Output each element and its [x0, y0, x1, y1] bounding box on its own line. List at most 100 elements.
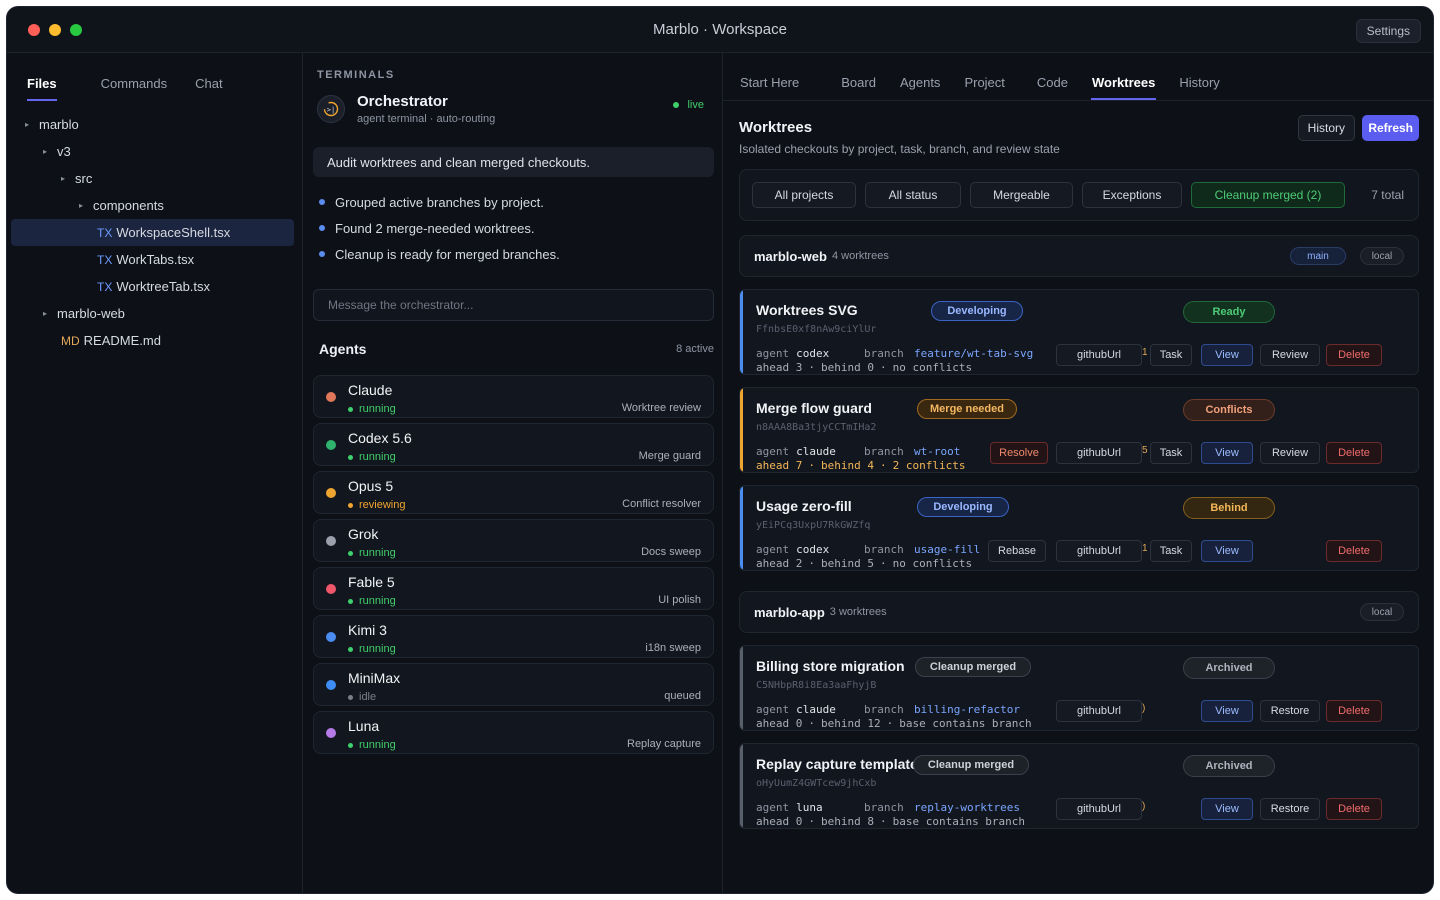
agent-row[interactable]: Fable 5 running UI polish	[313, 567, 714, 610]
card-accent	[740, 486, 743, 570]
github-url-button[interactable]: githubUrl	[1056, 442, 1142, 464]
filter-exceptions[interactable]: Exceptions	[1082, 182, 1182, 208]
file-tree: ▸ marblo ▸ v3 ▸ src ▸ components TX Work…	[7, 101, 302, 354]
tree-item-worktabs[interactable]: TX WorkTabs.tsx	[7, 246, 302, 273]
settings-button[interactable]: Settings	[1355, 19, 1421, 43]
agent-row[interactable]: MiniMax idle queued	[313, 663, 714, 706]
stage-badge: Developing	[931, 301, 1023, 321]
tab-chat[interactable]: Chat	[195, 76, 222, 101]
worktree-id: C5NHbpR8i8Ea3aaFhyjB	[756, 680, 877, 691]
tab-history[interactable]: History	[1178, 75, 1220, 100]
branch-label: branch	[864, 347, 904, 360]
project-group-marblo-app[interactable]: marblo-app 3 worktrees local	[739, 591, 1419, 633]
filter-all-projects[interactable]: All projects	[752, 182, 856, 208]
tree-item-marblo[interactable]: ▸ marblo	[7, 111, 302, 138]
resolve-button[interactable]: Resolve	[990, 442, 1048, 464]
project-group-marblo-web[interactable]: marblo-web 4 worktrees main local	[739, 235, 1419, 277]
minimize-window-button[interactable]	[49, 23, 61, 36]
view-button[interactable]: View	[1201, 344, 1253, 366]
tree-item-components[interactable]: ▸ components	[7, 192, 302, 219]
tab-agents[interactable]: Agents	[899, 75, 941, 100]
live-status-label: live	[687, 99, 704, 111]
agent-label: agent	[756, 445, 790, 458]
view-button[interactable]: View	[1201, 442, 1253, 464]
review-button[interactable]: Review	[1260, 442, 1320, 464]
project-worktree-count: 4 worktrees	[831, 250, 889, 262]
orchestrator-output: Grouped active branches by project. Foun…	[319, 189, 722, 267]
tab-commands[interactable]: Commands	[101, 76, 167, 101]
orchestrator-header[interactable]: >| Orchestrator agent terminal · auto-ro…	[317, 93, 708, 125]
zoom-window-button[interactable]	[70, 23, 82, 36]
tree-item-label: components	[93, 198, 164, 213]
project-worktree-count: 3 worktrees	[829, 606, 887, 618]
agent-row[interactable]: Claude running Worktree review	[313, 375, 714, 418]
github-url-button[interactable]: githubUrl	[1056, 344, 1142, 366]
delete-button[interactable]: Delete	[1326, 798, 1382, 820]
branch-label: branch	[864, 801, 904, 814]
task-button[interactable]: Task	[1150, 344, 1192, 366]
view-button[interactable]: View	[1201, 700, 1253, 722]
tsx-file-icon: TX	[97, 225, 113, 240]
tree-item-worktreetab[interactable]: TX WorktreeTab.tsx	[7, 273, 302, 300]
agent-value: codex	[796, 543, 830, 556]
conflict-status: no conflicts	[892, 361, 973, 374]
filter-mergeable[interactable]: Mergeable	[970, 182, 1073, 208]
tab-files[interactable]: Files	[27, 76, 57, 101]
delete-button[interactable]: Delete	[1326, 442, 1382, 464]
tree-item-label: v3	[57, 144, 71, 159]
worktree-card[interactable]: Usage zero-fill yEiPCq3UxpU7RkGWZfq Develo…	[739, 485, 1419, 571]
agent-row[interactable]: Grok running Docs sweep	[313, 519, 714, 562]
orchestrator-message-input[interactable]: Message the orchestrator...	[313, 289, 714, 321]
github-url-button[interactable]: githubUrl	[1056, 540, 1142, 562]
tab-worktrees[interactable]: Worktrees	[1090, 75, 1157, 100]
rebase-button[interactable]: Rebase	[988, 540, 1046, 562]
task-button[interactable]: Task	[1150, 540, 1192, 562]
agent-status: running	[348, 451, 396, 463]
tree-item-readme[interactable]: MD README.md	[7, 327, 302, 354]
worktree-card[interactable]: Merge flow guard n8AAA8Ba3tjyCCTmIHa2 Merg…	[739, 387, 1419, 473]
tree-item-label: marblo	[39, 117, 79, 132]
tab-project[interactable]: Project	[963, 75, 1005, 100]
worktree-card[interactable]: Billing store migration C5NHbpR8i8Ea3aaFh…	[739, 645, 1419, 731]
github-url-button[interactable]: githubUrl	[1056, 700, 1142, 722]
tree-item-workspaceshell[interactable]: TX WorkspaceShell.tsx	[11, 219, 294, 246]
card-accent	[740, 388, 743, 472]
close-window-button[interactable]	[28, 23, 40, 36]
filter-all-status[interactable]: All status	[865, 182, 961, 208]
delete-button[interactable]: Delete	[1326, 540, 1382, 562]
agent-value: claude	[796, 445, 836, 458]
agent-row[interactable]: Codex 5.6 running Merge guard	[313, 423, 714, 466]
worktree-card[interactable]: Worktrees SVG FfnbsE0xf8nAw9ciYlUr Develop…	[739, 289, 1419, 375]
delete-button[interactable]: Delete	[1326, 700, 1382, 722]
tab-board[interactable]: Board	[840, 75, 877, 100]
filter-cleanup-merged[interactable]: Cleanup merged (2)	[1191, 182, 1345, 208]
status-dot-icon	[348, 646, 353, 652]
agent-task: Conflict resolver	[622, 498, 701, 510]
restore-button[interactable]: Restore	[1260, 798, 1320, 820]
tab-code[interactable]: Code	[1036, 75, 1069, 100]
history-button[interactable]: History	[1297, 115, 1355, 141]
task-button[interactable]: Task	[1150, 442, 1192, 464]
agent-row[interactable]: Kimi 3 running i18n sweep	[313, 615, 714, 658]
delete-button[interactable]: Delete	[1326, 344, 1382, 366]
view-button[interactable]: View	[1201, 540, 1253, 562]
tree-item-marblo-web[interactable]: ▸ marblo-web	[7, 300, 302, 327]
files-tabs: Files Commands Chat	[7, 53, 302, 101]
refresh-button[interactable]: Refresh	[1362, 115, 1419, 141]
tree-item-v3[interactable]: ▸ v3	[7, 138, 302, 165]
github-url-button[interactable]: githubUrl	[1056, 798, 1142, 820]
worktree-title: Merge flow guard	[756, 400, 872, 416]
review-button[interactable]: Review	[1260, 344, 1320, 366]
card-accent	[740, 290, 743, 374]
restore-button[interactable]: Restore	[1260, 700, 1320, 722]
conflict-status: base contains branch	[892, 815, 1026, 828]
filter-bar: All projects All status Mergeable Except…	[739, 169, 1419, 221]
view-button[interactable]: View	[1201, 798, 1253, 820]
worktree-card[interactable]: Replay capture templates oHyUumZ4GWTcew9j…	[739, 743, 1419, 829]
tab-start-here[interactable]: Start Here	[739, 75, 800, 100]
agent-row[interactable]: Luna running Replay capture	[313, 711, 714, 754]
bullet-icon	[319, 251, 325, 257]
agent-name: Opus 5	[348, 478, 394, 494]
tree-item-src[interactable]: ▸ src	[7, 165, 302, 192]
agent-row[interactable]: Opus 5 reviewing Conflict resolver	[313, 471, 714, 514]
